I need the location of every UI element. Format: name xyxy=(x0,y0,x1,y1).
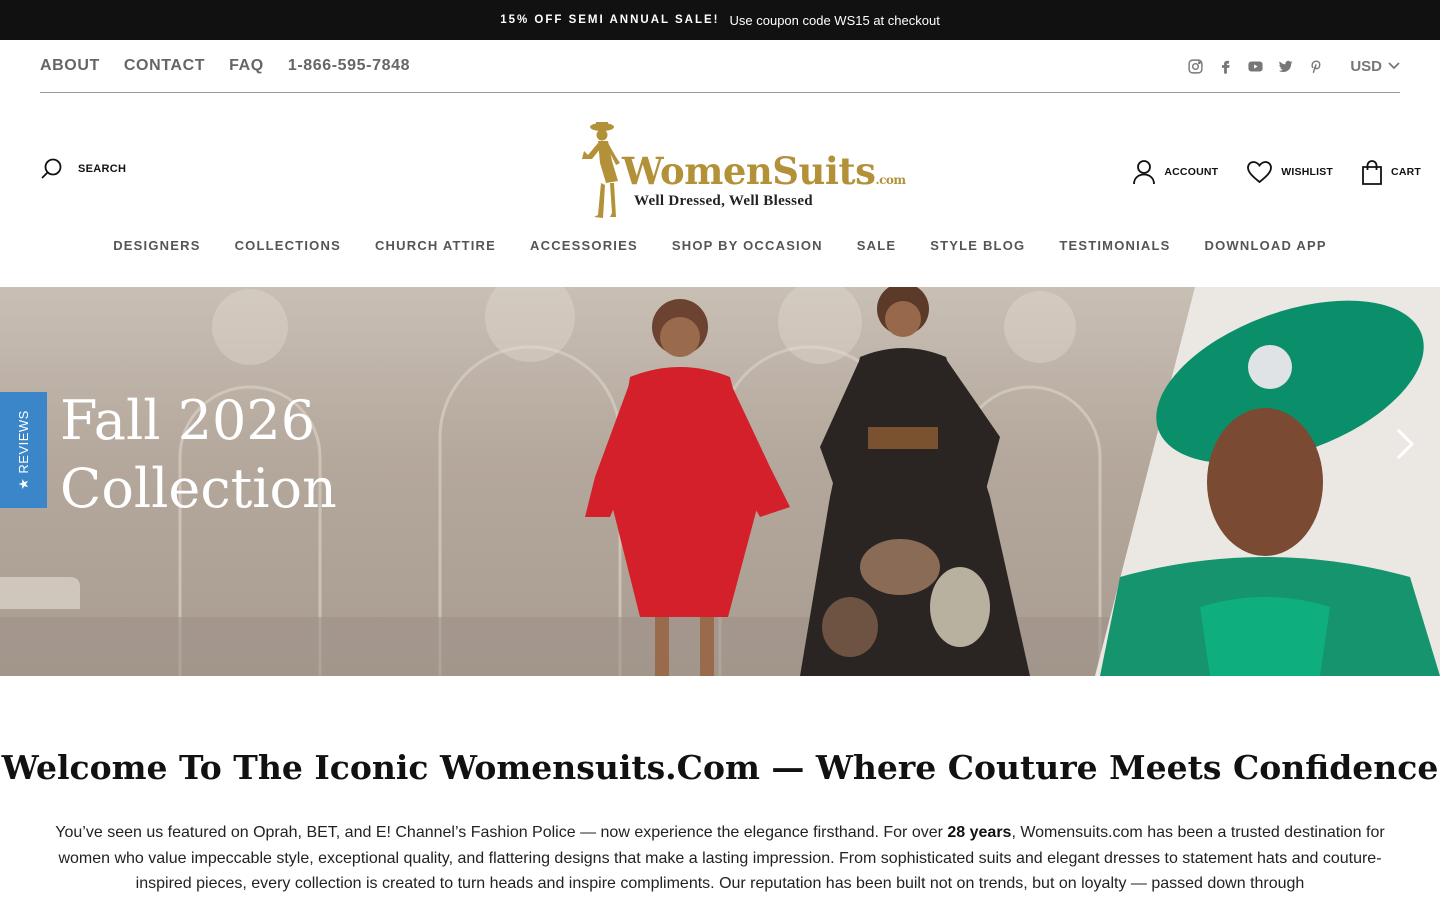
welcome-body-part1: You’ve seen us featured on Oprah, BET, a… xyxy=(55,824,948,841)
logo-tagline: Well Dressed, Well Blessed xyxy=(634,193,813,209)
main-nav: DESIGNERS COLLECTIONS CHURCH ATTIRE ACCE… xyxy=(0,238,1440,260)
search-label: SEARCH xyxy=(78,163,127,175)
chevron-right-icon[interactable] xyxy=(1392,427,1418,461)
account-label: ACCOUNT xyxy=(1164,166,1219,178)
facebook-icon[interactable] xyxy=(1216,57,1234,75)
nav-sale[interactable]: SALE xyxy=(857,238,896,260)
currency-label: USD xyxy=(1350,57,1382,75)
utility-links: ABOUT CONTACT FAQ 1-866-595-7848 xyxy=(40,57,410,75)
utility-link-about[interactable]: ABOUT xyxy=(40,57,100,75)
twitter-icon[interactable] xyxy=(1276,57,1294,75)
nav-shop-by-occasion[interactable]: SHOP BY OCCASION xyxy=(672,238,823,260)
announcement-strong: 15% OFF SEMI ANNUAL SALE! xyxy=(500,14,720,26)
user-icon xyxy=(1133,160,1156,185)
utility-link-faq[interactable]: FAQ xyxy=(229,57,264,75)
nav-church-attire[interactable]: CHURCH ATTIRE xyxy=(375,238,496,260)
welcome-body: You’ve seen us featured on Oprah, BET, a… xyxy=(40,820,1400,897)
hero-title: Fall 2026 Collection xyxy=(60,387,337,523)
logo-brand-text: WomenSuits xyxy=(622,149,876,193)
hero-title-line2: Collection xyxy=(60,457,337,520)
nav-style-blog[interactable]: STYLE BLOG xyxy=(930,238,1025,260)
utility-link-contact[interactable]: CONTACT xyxy=(124,57,205,75)
hero-banner[interactable]: Fall 2026 Collection ★ REVIEWS xyxy=(0,287,1440,676)
header: SEARCH WomenSuits.com Well Dressed, Well… xyxy=(0,93,1440,233)
account-link[interactable]: ACCOUNT xyxy=(1132,159,1218,185)
currency-selector[interactable]: USD xyxy=(1350,58,1400,75)
wishlist-link[interactable]: WISHLIST xyxy=(1246,160,1333,184)
utility-link-phone[interactable]: 1-866-595-7848 xyxy=(288,57,410,75)
nav-download-app[interactable]: DOWNLOAD APP xyxy=(1205,238,1327,260)
hero-title-line1: Fall 2026 xyxy=(60,389,316,452)
logo-brand: WomenSuits.com xyxy=(622,149,906,193)
welcome-title: Welcome To The Iconic Womensuits.Com — W… xyxy=(1,748,1439,787)
cart-label: CART xyxy=(1391,166,1421,178)
search-icon xyxy=(41,158,62,179)
chevron-down-icon xyxy=(1388,62,1400,70)
youtube-icon[interactable] xyxy=(1246,57,1264,75)
shopping-bag-icon xyxy=(1362,159,1382,185)
announcement-text: Use coupon code WS15 at checkout xyxy=(729,12,940,28)
wishlist-label: WISHLIST xyxy=(1281,166,1334,178)
utility-right: USD xyxy=(1186,57,1400,75)
announcement-bar: 15% OFF SEMI ANNUAL SALE! Use coupon cod… xyxy=(0,0,1440,40)
reviews-tab-label: ★ REVIEWS xyxy=(15,410,31,490)
nav-collections[interactable]: COLLECTIONS xyxy=(235,238,341,260)
welcome-body-bold: 28 years xyxy=(947,824,1012,841)
logo[interactable]: WomenSuits.com Well Dressed, Well Blesse… xyxy=(574,119,906,223)
heart-icon xyxy=(1247,161,1273,184)
header-actions: ACCOUNT WISHLIST CART xyxy=(1132,159,1421,185)
search-trigger[interactable]: SEARCH xyxy=(40,157,126,181)
instagram-icon[interactable] xyxy=(1186,57,1204,75)
pinterest-icon[interactable] xyxy=(1306,57,1324,75)
reviews-tab[interactable]: ★ REVIEWS xyxy=(0,392,47,508)
nav-testimonials[interactable]: TESTIMONIALS xyxy=(1059,238,1170,260)
logo-suffix: .com xyxy=(875,173,906,187)
nav-designers[interactable]: DESIGNERS xyxy=(113,238,200,260)
nav-accessories[interactable]: ACCESSORIES xyxy=(530,238,638,260)
cart-link[interactable]: CART xyxy=(1361,159,1421,185)
utility-bar: ABOUT CONTACT FAQ 1-866-595-7848 USD xyxy=(40,40,1400,93)
